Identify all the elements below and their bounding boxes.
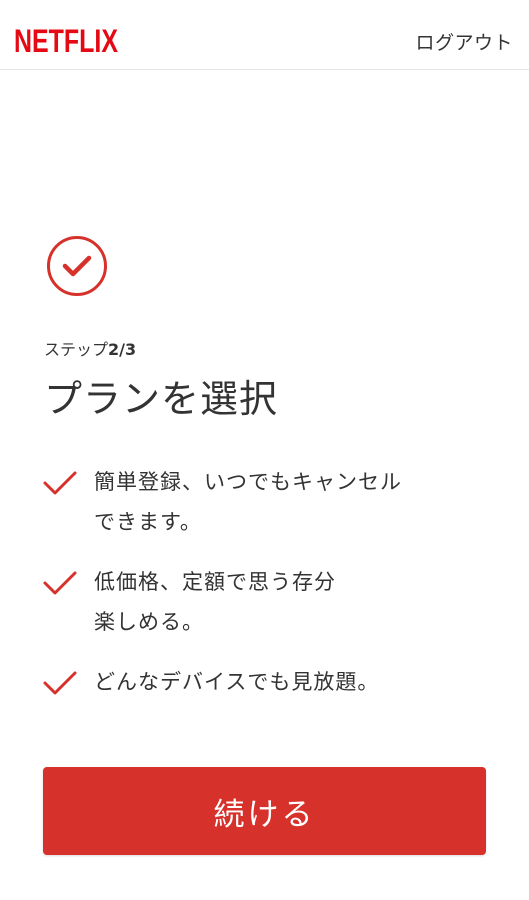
checkmark-icon — [42, 470, 78, 498]
top-header: NETFLIX ログアウト — [0, 0, 529, 70]
feature-item: どんなデバイスでも見放題。 — [42, 662, 482, 702]
step-indicator-prefix: ステップ — [44, 340, 109, 359]
feature-list: 簡単登録、いつでもキャンセル できます。 低価格、定額で思う存分 楽しめる。 ど… — [42, 462, 482, 702]
checkmark-icon — [42, 570, 78, 598]
step-indicator: ステップ2/3 — [44, 336, 136, 360]
feature-item: 簡単登録、いつでもキャンセル できます。 — [42, 462, 482, 542]
netflix-logo-text: NETFLIX — [14, 23, 119, 58]
feature-text: 低価格、定額で思う存分 楽しめる。 — [94, 570, 336, 634]
netflix-logo[interactable]: NETFLIX — [14, 22, 120, 58]
continue-button[interactable]: 続ける — [43, 767, 486, 855]
check-circle-icon — [46, 235, 108, 297]
feature-item: 低価格、定額で思う存分 楽しめる。 — [42, 562, 482, 642]
page-title: プランを選択 — [44, 377, 279, 421]
feature-text: 簡単登録、いつでもキャンセル できます。 — [94, 470, 402, 534]
checkmark-icon — [42, 670, 78, 698]
feature-text: どんなデバイスでも見放題。 — [94, 670, 380, 694]
step-indicator-count: 2/3 — [108, 340, 137, 359]
logout-link[interactable]: ログアウト — [415, 28, 513, 55]
